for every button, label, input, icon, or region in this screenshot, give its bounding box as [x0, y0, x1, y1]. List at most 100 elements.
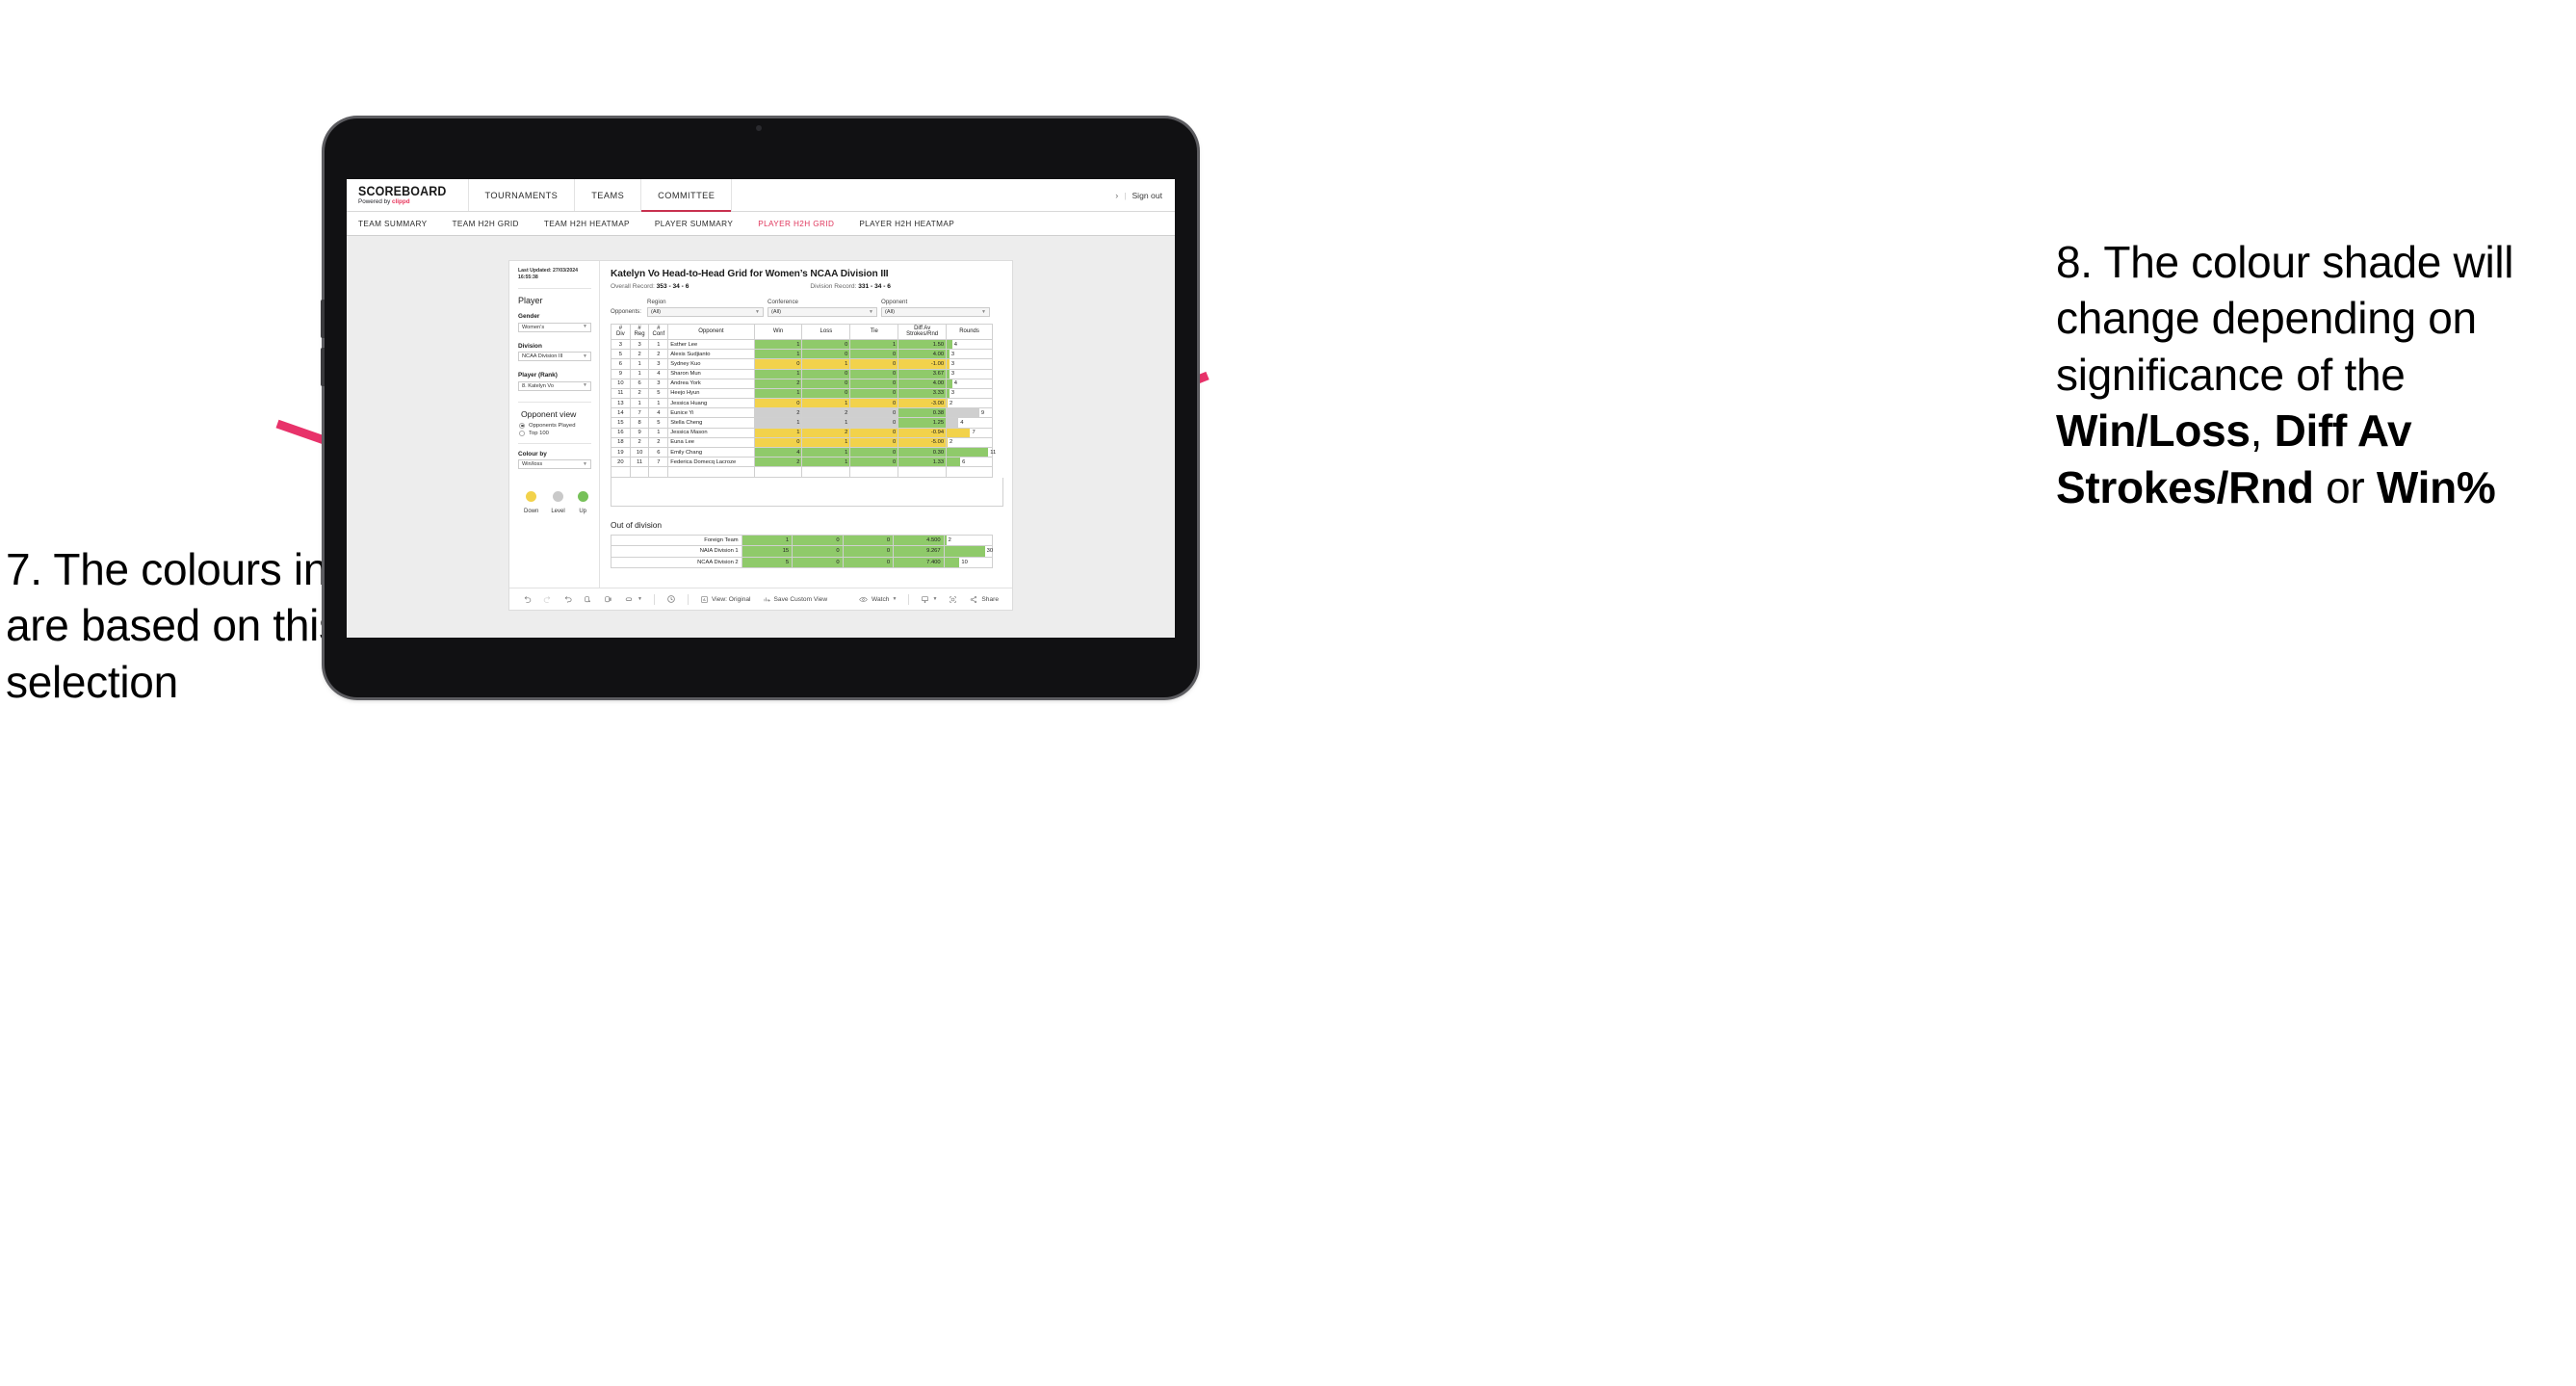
- refresh-button[interactable]: [578, 595, 598, 604]
- player-rank-select[interactable]: 8. Katelyn Vo ▼: [518, 380, 591, 391]
- download-button[interactable]: ▼: [915, 595, 943, 604]
- chevron-right-icon[interactable]: ›: [1115, 191, 1118, 200]
- divider-1: [518, 288, 591, 290]
- gender-value: Women’s: [522, 324, 545, 330]
- undo-button[interactable]: [517, 595, 537, 604]
- table-row[interactable]: 15 8 5 Stella Cheng 1 1 0 1.25 4: [611, 417, 993, 429]
- volume-up-button[interactable]: [321, 300, 325, 338]
- save-custom-view-button[interactable]: Save Custom View: [757, 595, 834, 604]
- sign-out-link[interactable]: Sign out: [1132, 191, 1162, 200]
- cell-opponent: Sydney Kuo: [667, 358, 755, 370]
- tab-team-h2h-heatmap[interactable]: TEAM H2H HEATMAP: [544, 220, 630, 228]
- cell-conf: 5: [648, 417, 669, 429]
- history-button[interactable]: [661, 594, 682, 604]
- overall-record-value: 353 - 34 - 6: [656, 283, 690, 290]
- col-rounds[interactable]: Rounds: [946, 324, 993, 340]
- rounds-value: 10: [961, 560, 968, 566]
- share-button[interactable]: Share: [963, 595, 1004, 604]
- filter-region-select[interactable]: (All) ▼: [647, 307, 764, 317]
- view-original-button[interactable]: View: Original: [694, 595, 757, 604]
- table-row[interactable]: 16 9 1 Jessica Mason 1 2 0 -0.94 7: [611, 427, 993, 438]
- table-row[interactable]: 11 2 5 Heejo Hyun 1 0 0 3.33 3: [611, 387, 993, 400]
- col-opponent[interactable]: Opponent: [667, 324, 755, 340]
- nav-item-tournaments[interactable]: TOURNAMENTS: [469, 179, 576, 211]
- radio-label-top-100: Top 100: [529, 430, 549, 436]
- rounds-value: 4: [953, 341, 957, 348]
- tab-player-h2h-heatmap[interactable]: PLAYER H2H HEATMAP: [859, 220, 954, 228]
- gender-select[interactable]: Women’s ▼: [518, 322, 591, 332]
- cell-rounds: 30: [943, 545, 993, 558]
- nav-item-teams[interactable]: TEAMS: [575, 179, 642, 211]
- cell-loss: 0: [801, 349, 851, 360]
- cell-opponent: Andrea York: [667, 378, 755, 389]
- primary-nav: TOURNAMENTS TEAMS COMMITTEE: [469, 179, 733, 212]
- tab-player-h2h-grid[interactable]: PLAYER H2H GRID: [758, 220, 834, 228]
- cell-opponent: Emily Chang: [667, 446, 755, 458]
- gender-label: Gender: [518, 313, 540, 321]
- cell-conf: 7: [648, 457, 669, 468]
- col-div[interactable]: # Div: [611, 324, 631, 340]
- cell-diff-av: -0.94: [898, 427, 948, 438]
- h2h-grid-table: # Div # Reg # Conf Opponent Win Loss Tie Di…: [611, 324, 996, 478]
- rounds-bar: [947, 458, 961, 467]
- col-reg[interactable]: # Reg: [629, 324, 650, 340]
- cell-div: 5: [611, 349, 631, 360]
- filter-opponent-select[interactable]: (All) ▼: [881, 307, 990, 317]
- table-row[interactable]: 10 6 3 Andrea York 2 0 0 4.00 4: [611, 378, 993, 389]
- chevron-down-icon: ▼: [892, 596, 898, 602]
- out-of-division-row[interactable]: NCAA Division 2 5 0 0 7.400 10: [611, 556, 994, 569]
- radio-label-opponents-played: Opponents Played: [529, 422, 576, 429]
- tab-team-summary[interactable]: TEAM SUMMARY: [358, 220, 428, 228]
- col-tie[interactable]: Tie: [849, 324, 899, 340]
- radio-top-100[interactable]: Top 100: [519, 430, 591, 436]
- nav-item-committee[interactable]: COMMITTEE: [641, 179, 733, 212]
- cell-rounds: 9: [946, 407, 993, 419]
- table-row[interactable]: 9 1 4 Sharon Mun 1 0 0 3.67 3: [611, 368, 993, 379]
- redo-button[interactable]: [537, 595, 558, 604]
- table-row[interactable]: 18 2 2 Euna Lee 0 1 0 -5.00 2: [611, 436, 993, 449]
- fullscreen-button[interactable]: [943, 595, 963, 604]
- col-loss[interactable]: Loss: [801, 324, 851, 340]
- out-of-division-row[interactable]: Foreign Team 1 0 0 4.500 2: [611, 534, 994, 547]
- col-diff-av[interactable]: Diff Av Strokes/Rnd: [898, 324, 948, 340]
- tab-player-summary[interactable]: PLAYER SUMMARY: [655, 220, 733, 228]
- toolbar-divider-1: [653, 593, 655, 605]
- cell-rounds: 3: [946, 387, 993, 400]
- table-row[interactable]: 3 3 1 Esther Lee 1 0 1 1.50 4: [611, 338, 993, 351]
- table-row[interactable]: 19 10 6 Emily Chang 4 1 0 0.30 11: [611, 446, 996, 458]
- col-conf[interactable]: # Conf: [648, 324, 669, 340]
- radio-icon-unselected: [519, 430, 525, 436]
- radio-opponents-played[interactable]: Opponents Played: [519, 422, 591, 429]
- pause-button[interactable]: [598, 595, 618, 604]
- table-row[interactable]: 13 1 1 Jessica Huang 0 1 0 -3.00 2: [611, 398, 993, 409]
- table-row[interactable]: 20 11 7 Federica Domecq Lacroze 2 1 0 1.33 6: [611, 457, 993, 468]
- cell-blank: [667, 466, 755, 478]
- viz-body: Last Updated: 27/03/2024 16:55:38 Player…: [509, 261, 1012, 588]
- volume-down-button[interactable]: [321, 348, 325, 386]
- cell-opponent: Euna Lee: [667, 436, 755, 449]
- col-win[interactable]: Win: [753, 324, 803, 340]
- table-row[interactable]: 6 1 3 Sydney Kuo 0 1 0 -1.00 3: [611, 358, 993, 370]
- annotation-right-mid2: or: [2313, 461, 2377, 512]
- revert-button[interactable]: [558, 595, 578, 604]
- cell-rounds: 2: [946, 436, 993, 449]
- tab-team-h2h-grid[interactable]: TEAM H2H GRID: [453, 220, 519, 228]
- highlight-button[interactable]: ▼: [618, 595, 648, 604]
- col-reg-l2: Reg: [634, 331, 645, 338]
- annotation-right-bold-winpct: Win%: [2376, 461, 2496, 512]
- cell-diff-av: -1.00: [898, 358, 948, 370]
- cell-win: 2: [753, 407, 803, 419]
- cell-opponent: Alexis Sudjianto: [667, 349, 755, 360]
- filter-conference-select[interactable]: (All) ▼: [768, 307, 877, 317]
- annotation-right-mid1: ,: [2250, 405, 2275, 457]
- brand-logo[interactable]: SCOREBOARD Powered by clippd: [347, 179, 469, 211]
- watch-button[interactable]: Watch ▼: [852, 595, 902, 604]
- cell-tie: 1: [849, 338, 899, 351]
- out-of-division-row[interactable]: NAIA Division 1 15 0 0 9.267 30: [611, 545, 993, 558]
- division-select[interactable]: NCAA Division III ▼: [518, 352, 591, 362]
- table-row[interactable]: 14 7 4 Eunice Yi 2 2 0 0.38 9: [611, 407, 993, 419]
- table-row[interactable]: 5 2 2 Alexis Sudjianto 1 0 0 4.00 3: [611, 349, 993, 360]
- dashboard-canvas: Last Updated: 27/03/2024 16:55:38 Player…: [347, 236, 1175, 638]
- legend-label-level: Level: [551, 509, 565, 515]
- colour-by-select[interactable]: Win/loss ▼: [518, 459, 591, 470]
